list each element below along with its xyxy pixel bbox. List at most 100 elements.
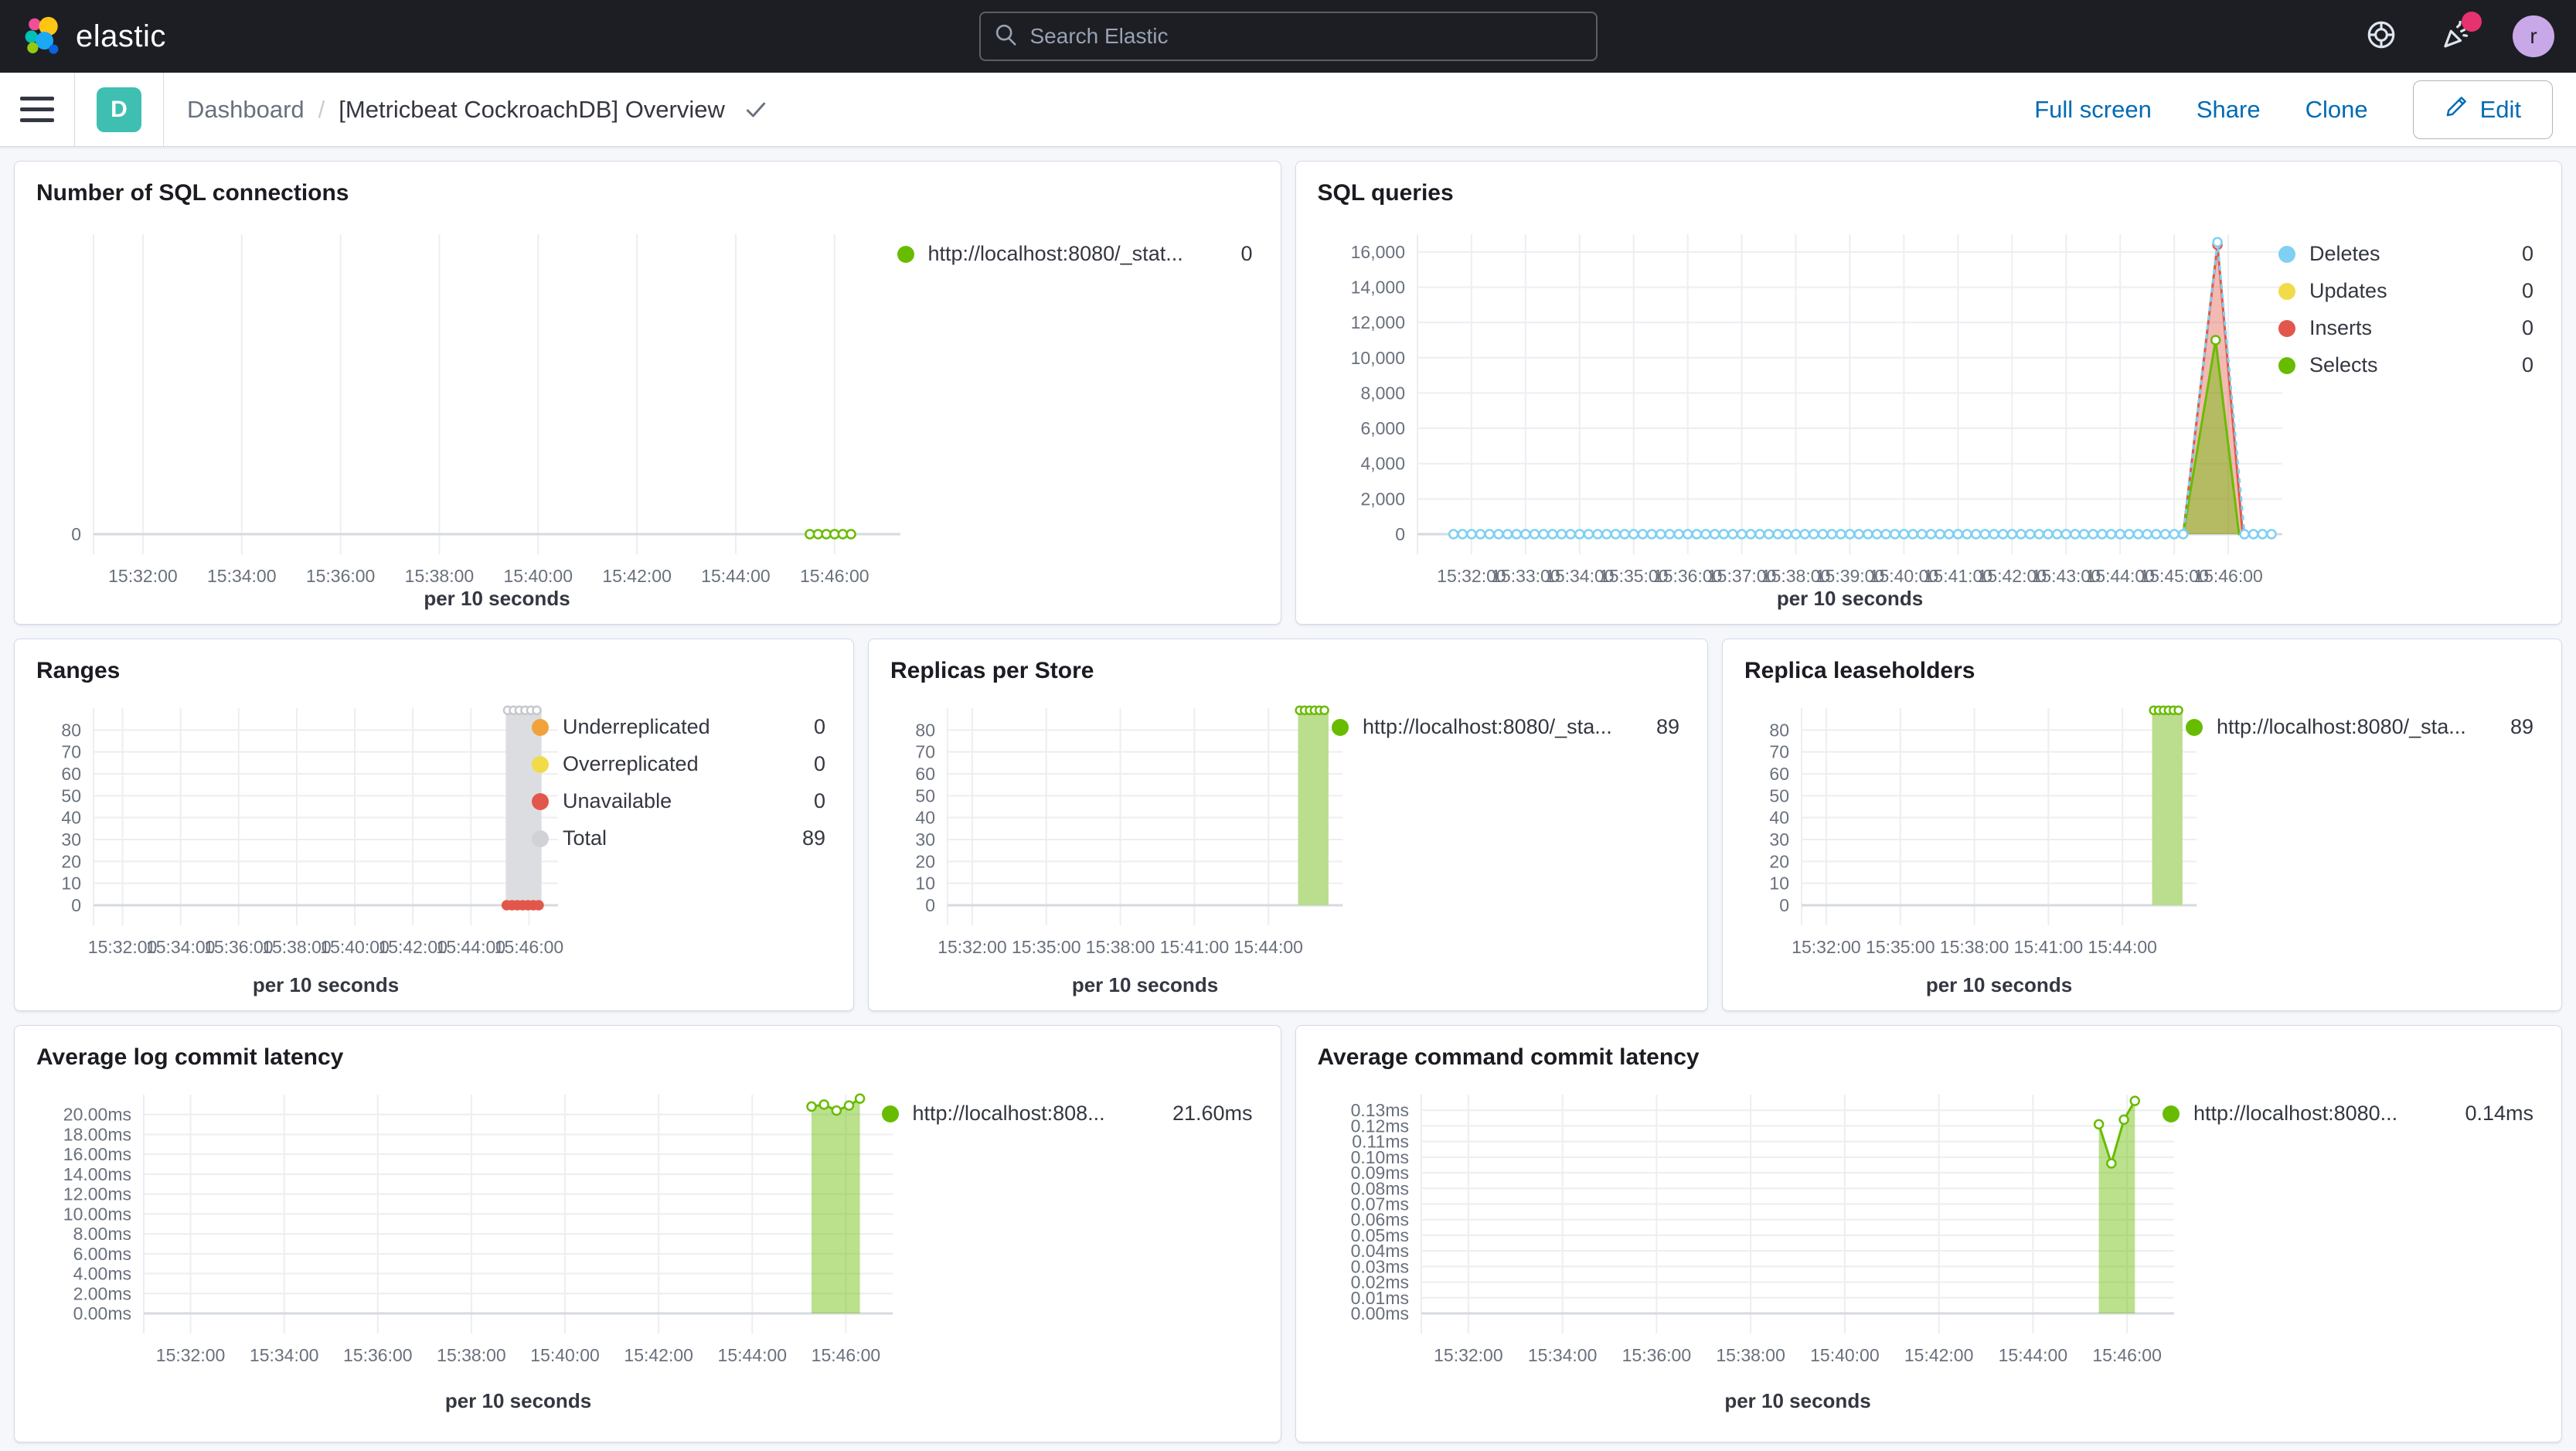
chart-legend: http://localhost:8080... 0.14ms [2163,1102,2533,1139]
notification-badge [2462,12,2482,32]
legend-item[interactable]: Total 89 [532,826,825,850]
share-button[interactable]: Share [2197,96,2261,124]
svg-text:15:35:00: 15:35:00 [1012,937,1081,957]
elastic-logo-text: elastic [76,19,166,53]
svg-text:15:42:00: 15:42:00 [1904,1345,1973,1365]
legend-label: http://localhost:8080/_stat... [927,242,1183,265]
legend-item[interactable]: http://localhost:8080/_sta... 89 [2186,715,2533,739]
chart-legend: http://localhost:8080/_sta... 89 [2186,715,2533,752]
svg-text:30: 30 [915,829,935,850]
legend-item[interactable]: http://localhost:8080... 0.14ms [2163,1102,2533,1126]
space-badge[interactable]: D [97,87,141,132]
svg-text:15:32:00: 15:32:00 [108,566,178,586]
panel-title: SQL queries [1317,180,1454,206]
svg-text:15:44:00: 15:44:00 [1998,1345,2067,1365]
search-input[interactable] [1028,23,1582,49]
svg-text:15:41:00: 15:41:00 [1160,937,1230,957]
svg-text:15:38:00: 15:38:00 [1086,937,1155,957]
svg-text:12,000: 12,000 [1350,312,1404,332]
svg-text:0.13ms: 0.13ms [1350,1100,1408,1120]
svg-text:15:42:00: 15:42:00 [624,1345,693,1365]
help-icon [2365,19,2397,55]
svg-text:16,000: 16,000 [1350,242,1404,262]
legend-item[interactable]: http://localhost:8080/_stat... 0 [897,242,1253,266]
svg-text:12.00ms: 12.00ms [63,1184,131,1204]
panel-avg-command-commit-latency: Average command commit latency 15:32:00 1… [1295,1025,2562,1442]
panel-title: Number of SQL connections [36,180,349,206]
legend-value: 0 [813,715,825,738]
legend-label: http://localhost:8080/_sta... [2217,715,2466,738]
legend-dot [532,755,549,773]
global-search[interactable] [978,12,1598,61]
chart-sql-queries: 15:32:00 15:33:00 15:34:00 15:35:00 15:36:00… [1313,211,2545,611]
legend-label: Selects [2309,353,2378,376]
elastic-logo[interactable]: elastic [22,14,166,60]
svg-text:15:34:00: 15:34:00 [1527,1345,1597,1365]
svg-text:30: 30 [61,829,81,850]
legend-item[interactable]: http://localhost:8080/_sta... 89 [1332,715,1679,739]
legend-label: Inserts [2309,316,2373,339]
svg-text:15:36:00: 15:36:00 [306,566,376,586]
panel-title: Average command commit latency [1317,1044,1700,1070]
svg-text:per 10 seconds: per 10 seconds [253,973,399,996]
panel-replicas-per-store: Replicas per Store 15:32:00 15:35:00 15:38… [868,639,1708,1011]
breadcrumb-dashboard-link[interactable]: Dashboard [187,96,305,124]
svg-text:8.00ms: 8.00ms [73,1224,131,1244]
svg-text:20: 20 [1769,851,1789,871]
svg-text:20.00ms: 20.00ms [63,1105,131,1125]
breadcrumb-bar: D Dashboard / [Metricbeat CockroachDB] O… [0,72,2576,147]
legend-item[interactable]: Unavailable 0 [532,789,825,813]
legend-label: Updates [2309,279,2387,302]
legend-value: 21.60ms [1172,1102,1253,1125]
edit-button[interactable]: Edit [2412,80,2553,139]
svg-text:15:46:00: 15:46:00 [812,1345,881,1365]
news-button[interactable] [2438,12,2482,53]
user-avatar[interactable]: r [2513,15,2554,57]
svg-text:15:46:00: 15:46:00 [2092,1345,2162,1365]
legend-dot [2278,356,2295,374]
pencil-icon [2445,95,2468,124]
svg-text:4.00ms: 4.00ms [73,1264,131,1284]
svg-text:10,000: 10,000 [1350,348,1404,368]
svg-text:15:44:00: 15:44:00 [2088,937,2157,957]
svg-text:15:40:00: 15:40:00 [1810,1345,1880,1365]
legend-value: 89 [801,826,825,850]
svg-text:40: 40 [915,808,935,828]
svg-text:15:44:00: 15:44:00 [718,1345,788,1365]
full-screen-button[interactable]: Full screen [2034,96,2152,124]
svg-text:15:35:00: 15:35:00 [1866,937,1935,957]
svg-text:15:42:00: 15:42:00 [602,566,672,586]
legend-label: Deletes [2309,242,2380,265]
svg-text:14,000: 14,000 [1350,277,1404,297]
svg-text:0: 0 [1779,895,1789,915]
legend-item[interactable]: Inserts 0 [2278,316,2533,340]
svg-text:6.00ms: 6.00ms [73,1244,131,1264]
legend-label: Unavailable [563,789,672,812]
legend-dot [532,718,549,736]
legend-value: 0 [2521,279,2533,302]
svg-text:15:36:00: 15:36:00 [1621,1345,1691,1365]
chart-sql-connections: 15:32:00 15:34:00 15:36:00 15:38:00 15:40:00… [32,211,1264,611]
svg-text:15:44:00: 15:44:00 [1234,937,1303,957]
legend-item[interactable]: Updates 0 [2278,279,2533,303]
svg-text:60: 60 [915,764,935,784]
panel-title: Average log commit latency [36,1044,344,1070]
legend-item[interactable]: Overreplicated 0 [532,752,825,776]
svg-text:40: 40 [1769,808,1789,828]
svg-text:14.00ms: 14.00ms [63,1164,131,1184]
svg-text:15:38:00: 15:38:00 [1940,937,2009,957]
legend-dot [2278,319,2295,337]
legend-item[interactable]: http://localhost:808... 21.60ms [881,1102,1253,1126]
svg-text:4,000: 4,000 [1360,454,1405,474]
legend-item[interactable]: Underreplicated 0 [532,715,825,739]
chart-replica-leaseholders: 15:32:00 15:35:00 15:38:00 15:41:00 15:44:00… [1740,689,2544,998]
svg-text:2,000: 2,000 [1360,489,1405,509]
svg-text:2.00ms: 2.00ms [73,1283,131,1303]
legend-item[interactable]: Selects 0 [2278,353,2533,377]
clone-button[interactable]: Clone [2305,96,2368,124]
legend-item[interactable]: Deletes 0 [2278,242,2533,266]
menu-button[interactable] [20,93,54,127]
top-header: elastic Search Elastic r [0,0,2576,73]
help-button[interactable] [2364,19,2398,53]
elastic-logo-icon [22,14,63,60]
